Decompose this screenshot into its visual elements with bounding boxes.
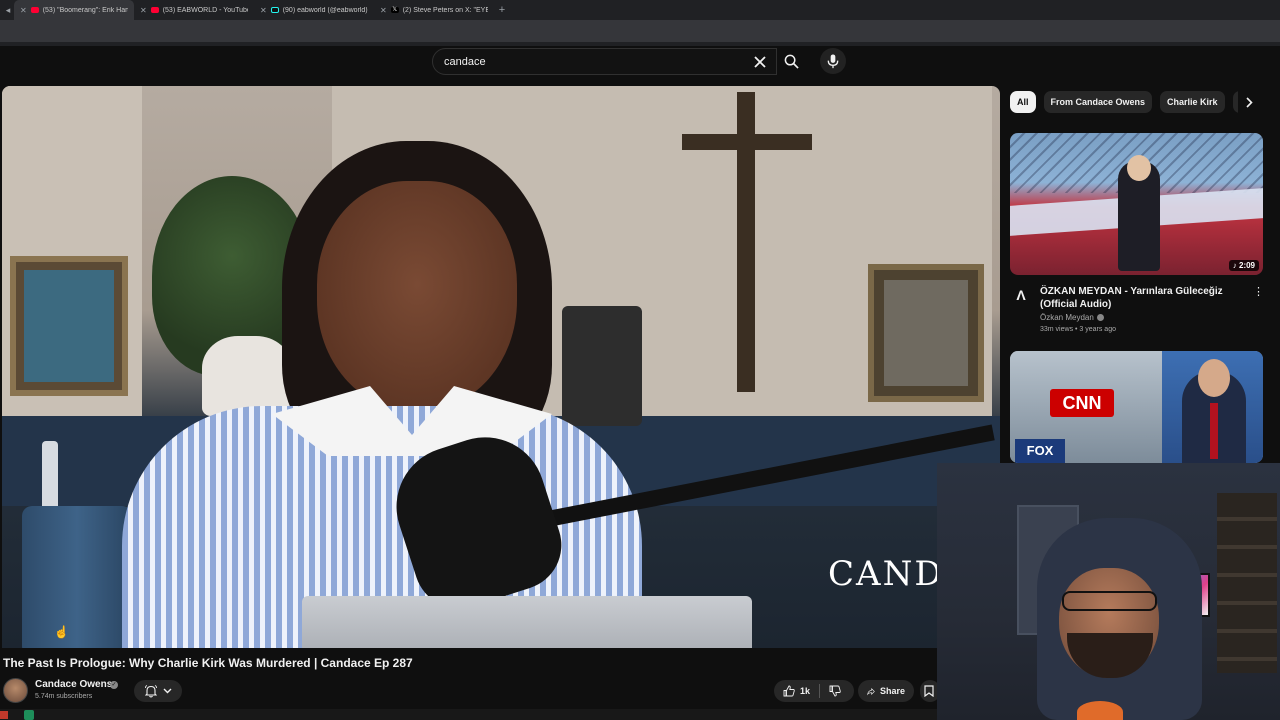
browser-divider [0, 42, 1280, 46]
video-thumbnail[interactable]: CNN FOX [1010, 351, 1263, 463]
voice-search-button[interactable] [820, 48, 846, 74]
tiktok-icon [270, 7, 279, 13]
close-icon [754, 56, 766, 68]
x-icon: 𝕏 [390, 7, 399, 13]
subscriber-count: 5.74m subscribers [35, 693, 93, 700]
vase [202, 336, 292, 416]
chevron-down-icon [163, 688, 171, 694]
video-thumbnail[interactable]: ♪ 2:09 [1010, 133, 1263, 275]
microphone-icon [827, 53, 839, 68]
channel-name[interactable]: Candace Owens [35, 679, 112, 690]
close-tab-icon[interactable]: ✕ [140, 6, 147, 15]
thumbs-down-icon[interactable] [829, 685, 841, 697]
thumbnail-art [1210, 403, 1218, 459]
filter-chips: All From Candace Owens Charlie Kirk Po [1010, 91, 1260, 113]
thumbnail-art [1198, 359, 1230, 397]
chips-next-button[interactable] [1238, 91, 1260, 113]
more-options-icon[interactable]: ⋮ [1253, 285, 1264, 299]
video-player[interactable]: CANDACE ☝ [2, 86, 1000, 648]
browser-tab-strip: ◂ ✕ (53) "Boomerang": Erik Hartman ✕ (53… [0, 0, 1280, 20]
webcam-bookshelf [1217, 493, 1277, 673]
browser-tab[interactable]: ✕ 𝕏 (2) Steve Peters on X: "EYES OF [374, 0, 494, 20]
share-button[interactable]: Share [858, 680, 914, 702]
webcam-shirt-logo [1077, 701, 1123, 720]
chevron-right-icon [1245, 96, 1253, 108]
tab-label: (2) Steve Peters on X: "EYES OF [402, 6, 488, 14]
app-icon[interactable] [24, 710, 34, 720]
picture-frame [10, 256, 128, 396]
search-box[interactable] [432, 48, 777, 75]
recommended-video-title[interactable]: ÖZKAN MEYDAN - Yarınlara Güleceğiz (Offi… [1040, 285, 1245, 311]
recommended-meta: 33m views • 3 years ago [1040, 326, 1116, 333]
avatar[interactable] [3, 678, 28, 703]
tumbler [22, 506, 132, 648]
close-tab-icon[interactable]: ✕ [260, 6, 267, 15]
browser-tab[interactable]: ✕ (53) EABWORLD - YouTube [134, 0, 254, 20]
recommended-channel-name: Özkan Meydan [1040, 313, 1094, 322]
share-label: Share [879, 686, 905, 696]
chip-topic[interactable]: Charlie Kirk [1160, 91, 1225, 113]
duration-badge: ♪ 2:09 [1228, 260, 1259, 271]
like-dislike-group: 1k [774, 680, 854, 702]
laptop [302, 596, 752, 648]
tab-label: (53) EABWORLD - YouTube [162, 6, 248, 14]
bookmark-icon [924, 685, 934, 697]
tab-search-icon[interactable]: ◂ [2, 4, 14, 16]
picture-frame [868, 264, 984, 402]
browser-tab[interactable]: ✕ (53) "Boomerang": Erik Hartman [14, 0, 134, 20]
crucifix [682, 134, 812, 150]
webcam-glasses [1062, 591, 1157, 611]
channel-logo-icon[interactable]: Λ [1012, 287, 1030, 305]
taskbar-strip [0, 709, 937, 720]
close-tab-icon[interactable]: ✕ [20, 6, 27, 15]
browser-tab[interactable]: ✕ (90) eabworld (@eabworld) | Ti [254, 0, 374, 20]
browser-toolbar [0, 20, 1280, 42]
thumbnail-art [1127, 155, 1151, 181]
share-icon [867, 687, 875, 695]
recommended-channel[interactable]: Özkan Meydan [1040, 313, 1104, 322]
search-button[interactable] [777, 48, 805, 75]
thumbs-up-icon[interactable] [783, 685, 795, 697]
host-face [317, 181, 517, 411]
tab-label: (90) eabworld (@eabworld) | Ti [282, 6, 368, 14]
video-title: The Past Is Prologue: Why Charlie Kirk W… [3, 656, 413, 670]
fox-logo: FOX [1015, 439, 1065, 463]
clear-search-button[interactable] [750, 52, 770, 72]
like-count[interactable]: 1k [800, 686, 810, 696]
webcam-overlay [937, 463, 1280, 720]
verified-icon [1096, 314, 1104, 322]
search-input[interactable] [444, 55, 744, 68]
tab-label: (53) "Boomerang": Erik Hartman [42, 6, 128, 14]
divider [819, 684, 821, 698]
youtube-icon [150, 7, 159, 13]
chip-from-channel[interactable]: From Candace Owens [1043, 91, 1153, 113]
bell-icon [144, 684, 157, 698]
new-tab-button[interactable]: + [494, 4, 510, 16]
verified-icon: ✓ [110, 681, 118, 689]
speaker [562, 306, 642, 426]
hand-cursor-icon: ☝ [54, 625, 69, 639]
youtube-icon [30, 7, 39, 13]
close-tab-icon[interactable]: ✕ [380, 6, 387, 15]
cnn-logo: CNN [1050, 389, 1114, 417]
app-icon[interactable] [0, 711, 8, 719]
chip-all[interactable]: All [1010, 91, 1036, 113]
notification-bell-button[interactable] [134, 680, 182, 702]
search-icon [784, 54, 799, 69]
